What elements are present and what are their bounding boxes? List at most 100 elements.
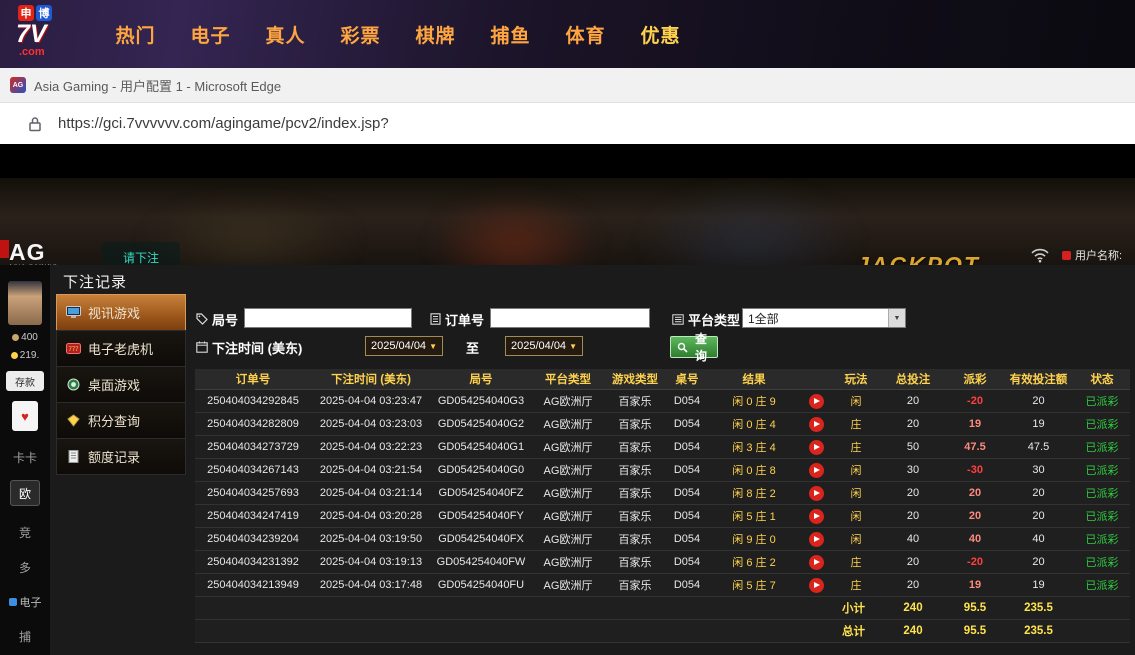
sidebar-item-credit-records[interactable]: 额度记录 (56, 438, 186, 475)
play-cell: 庄 (850, 580, 862, 592)
bet-cell: 20 (906, 418, 920, 430)
play-cell: 闲 (850, 488, 862, 500)
result-cell: 闲 9 庄 0 (732, 534, 776, 546)
scene-blur-shape (640, 186, 860, 265)
replay-button[interactable] (808, 416, 824, 432)
replay-button[interactable] (808, 485, 824, 501)
left-strip-duo[interactable]: 多 (19, 559, 31, 576)
left-strip-kaka[interactable]: 卡卡 (13, 449, 37, 466)
bet-cell: 40 (906, 533, 920, 545)
left-strip-items: 400 219. 存款 ♥ 卡卡欧竞多电子捕 (0, 325, 50, 645)
sidebar-item-video-games[interactable]: 视讯游戏 (56, 294, 186, 331)
replay-cell (799, 390, 833, 412)
round-number-label: 局号 (196, 309, 238, 329)
ag-logo: AG ASIA GAMING (9, 240, 58, 265)
nav-item-slots[interactable]: 电子 (173, 21, 248, 48)
payout-cell: -20 (967, 395, 983, 407)
nav-item-lottery[interactable]: 彩票 (323, 21, 398, 48)
replay-button[interactable] (808, 508, 824, 524)
sidebar-item-slot-machines[interactable]: 777 电子老虎机 (56, 330, 186, 367)
table-row: 250404034282809 2025-04-04 03:23:03 GD0542… (195, 413, 1130, 436)
username-label: 用户名称: (1075, 250, 1123, 262)
order-cell: 250404034257693 (207, 487, 299, 499)
date-range-to-label: 至 (466, 341, 480, 356)
play-cell: 闲 (850, 396, 862, 408)
valid-cell: 20 (1032, 395, 1045, 407)
replay-button[interactable] (808, 554, 824, 570)
column-header-2: 局号 (469, 374, 493, 386)
status-cell: 已派彩 (1085, 419, 1119, 431)
platform-cell: AG欧洲厅 (543, 580, 593, 592)
round-cell: GD054254040G0 (437, 464, 525, 476)
status-cell: 已派彩 (1085, 511, 1119, 523)
browser-url-bar[interactable]: https://gci.7vvvvvv.com/agingame/pcv2/in… (0, 103, 1135, 144)
game-cell: 百家乐 (618, 488, 652, 500)
replay-cell (799, 482, 833, 504)
left-strip-bu[interactable]: 捕 (19, 628, 31, 645)
replay-button[interactable] (808, 462, 824, 478)
sidebar-item-label: 视讯游戏 (88, 306, 141, 321)
nav-item-hot[interactable]: 热门 (98, 21, 173, 48)
play-icon (814, 536, 820, 542)
game-cell: 百家乐 (618, 511, 652, 523)
platform-cell: AG欧洲厅 (543, 557, 593, 569)
total-row: 总计 240 95.5 235.5 (195, 620, 1130, 643)
nav-item-fishing[interactable]: 捕鱼 (473, 21, 548, 48)
table-row: 250404034239204 2025-04-04 03:19:50 GD0542… (195, 528, 1130, 551)
replay-button[interactable] (808, 439, 824, 455)
left-strip-cards[interactable]: ♥ (12, 401, 38, 431)
round-cell: GD054254040FZ (438, 487, 524, 499)
panel-title: 下注记录 (63, 274, 128, 291)
replay-button[interactable] (808, 393, 824, 409)
total-status-cell (1074, 620, 1130, 642)
credit-record-icon (66, 450, 81, 463)
search-button[interactable]: 查询 (670, 332, 718, 363)
site-logo[interactable]: 申 博 7V .com (16, 5, 52, 58)
column-header-6: 结果 (742, 374, 766, 386)
round-cell: GD054254040FU (437, 579, 525, 591)
game-cell: 百家乐 (618, 580, 652, 592)
order-number-label: 订单号 (430, 309, 484, 329)
nav-item-board-games[interactable]: 棋牌 (398, 21, 473, 48)
sidebar-item-table-games[interactable]: 桌面游戏 (56, 366, 186, 403)
payout-cell: 19 (968, 418, 982, 430)
replay-button[interactable] (808, 577, 824, 593)
nav-item-promos[interactable]: 优惠 (623, 21, 698, 48)
platform-type-select[interactable]: 1全部 ▼ (742, 308, 906, 328)
left-strip-balance: 219. (10, 350, 39, 361)
left-strip-dianzi[interactable]: 电子 (8, 594, 42, 610)
time-cell: 2025-04-04 03:21:54 (319, 464, 423, 476)
game-cell: 百家乐 (618, 396, 652, 408)
bet-cell: 20 (906, 510, 920, 522)
column-header-10: 派彩 (963, 374, 987, 386)
sidebar-item-points-query[interactable]: 积分查询 (56, 402, 186, 439)
game-cell: 百家乐 (618, 534, 652, 546)
platform-cell: AG欧洲厅 (543, 442, 593, 454)
subtotal-status-cell (1074, 597, 1130, 619)
left-strip-deposit-button[interactable]: 存款 (6, 371, 44, 391)
search-icon (677, 342, 688, 353)
user-avatar[interactable] (8, 281, 42, 325)
time-cell: 2025-04-04 03:20:28 (319, 510, 423, 522)
bet-prompt-text: 请下注 (122, 250, 159, 265)
order-doc-icon (430, 313, 441, 325)
sidebar-item-label: 积分查询 (88, 414, 141, 429)
date-from-picker[interactable]: 2025/04/04 ▼ (365, 336, 443, 356)
nav-item-sports[interactable]: 体育 (548, 21, 623, 48)
date-to-picker[interactable]: 2025/04/04 ▼ (505, 336, 583, 356)
play-cell: 闲 (850, 534, 862, 546)
round-number-input[interactable] (244, 308, 412, 328)
result-cell: 闲 5 庄 1 (732, 511, 776, 523)
left-strip-jing[interactable]: 竞 (19, 524, 31, 541)
result-cell: 闲 3 庄 4 (732, 442, 776, 454)
order-number-input[interactable] (490, 308, 650, 328)
table-cell: D054 (673, 487, 701, 499)
video-games-icon (66, 306, 81, 319)
order-cell: 250404034267143 (207, 464, 299, 476)
nav-item-live[interactable]: 真人 (248, 21, 323, 48)
status-cell: 已派彩 (1085, 465, 1119, 477)
payout-cell: 20 (968, 487, 982, 499)
replay-button[interactable] (808, 531, 824, 547)
left-strip-ou[interactable]: 欧 (10, 480, 40, 506)
result-cell: 闲 0 庄 4 (732, 419, 776, 431)
